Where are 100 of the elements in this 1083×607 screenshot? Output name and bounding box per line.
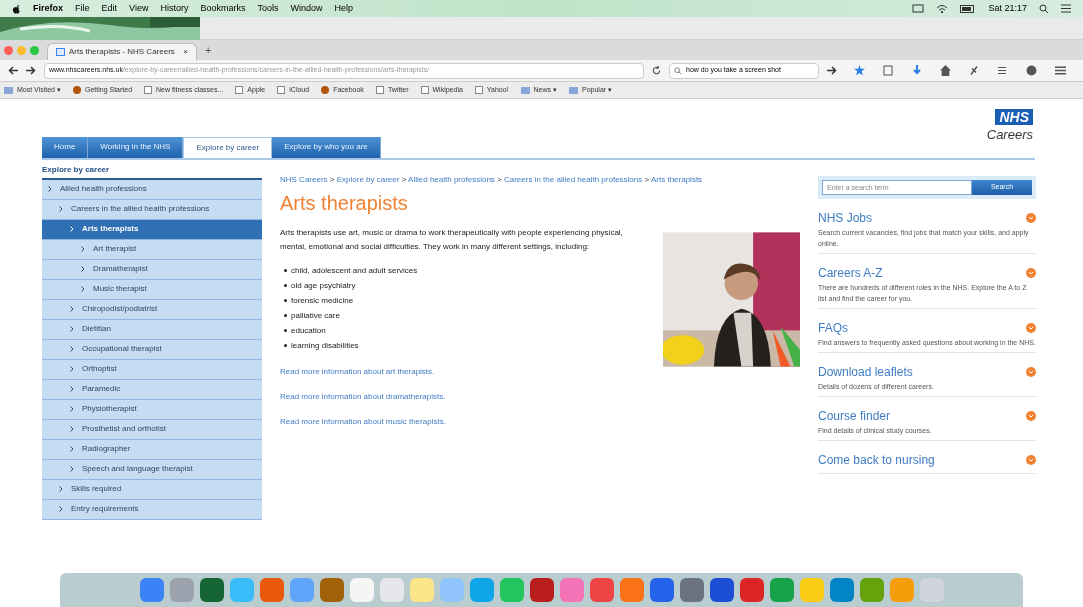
app-icon[interactable] bbox=[589, 578, 614, 602]
sidebar-item[interactable]: Entry requirements bbox=[42, 499, 262, 520]
bullet-icon bbox=[284, 283, 287, 287]
display-icon[interactable] bbox=[912, 3, 925, 14]
chevron-icon bbox=[70, 306, 74, 312]
menu-item[interactable]: Edit bbox=[101, 1, 118, 16]
breadcrumb-link[interactable]: Arts therapists bbox=[650, 174, 703, 184]
page-icon bbox=[277, 86, 286, 94]
folder-icon bbox=[4, 86, 13, 94]
app-menu[interactable]: Firefox bbox=[33, 1, 63, 16]
chevron-icon bbox=[81, 246, 85, 252]
go-icon[interactable] bbox=[827, 66, 837, 75]
menu-item[interactable]: Window bbox=[290, 1, 323, 16]
chevron-icon bbox=[70, 386, 74, 392]
chevron-icon bbox=[81, 286, 85, 292]
menu-item[interactable]: History bbox=[160, 1, 189, 16]
chevron-icon bbox=[59, 486, 63, 492]
chevron-icon bbox=[70, 466, 74, 472]
list-item: child, adolescent and adult services bbox=[291, 264, 418, 277]
page-icon bbox=[235, 86, 244, 94]
read-more-link[interactable]: Read more information about art therapists. bbox=[280, 365, 623, 378]
promo-title[interactable]: Come back to nursing bbox=[818, 450, 935, 469]
nav-tab[interactable]: Explore by career bbox=[183, 136, 273, 158]
folder-icon bbox=[569, 86, 578, 94]
app-icon[interactable] bbox=[679, 578, 704, 602]
nhs-logo[interactable]: NHS bbox=[995, 109, 1033, 125]
nav-tab[interactable]: Home bbox=[42, 136, 89, 158]
list-item: old age psychiatry bbox=[291, 279, 356, 292]
nav-tab[interactable]: Explore by who you are bbox=[272, 136, 381, 158]
promo-title[interactable]: Download leaflets bbox=[818, 362, 913, 381]
menu-item[interactable]: View bbox=[129, 1, 149, 16]
sidebar-item[interactable]: Dramatherapist bbox=[42, 259, 262, 280]
menu-item[interactable]: File bbox=[75, 1, 90, 16]
clock[interactable]: Sat 21:17 bbox=[988, 1, 1027, 16]
sidebar-item[interactable]: Dietitian bbox=[42, 319, 262, 340]
site-icon bbox=[321, 86, 330, 94]
star-icon[interactable] bbox=[854, 65, 866, 76]
close-tab-button[interactable]: × bbox=[183, 46, 188, 58]
promo-title[interactable]: NHS Jobs bbox=[818, 208, 873, 227]
site-icon bbox=[72, 86, 81, 94]
sidebar-item[interactable]: Skills required bbox=[42, 479, 262, 500]
app-icon[interactable] bbox=[319, 578, 344, 602]
sidebar-item[interactable]: Arts therapists bbox=[42, 219, 262, 240]
breadcrumb-link[interactable]: Allied health professions bbox=[408, 174, 495, 184]
sidebar-item[interactable]: Allied health professions bbox=[42, 179, 262, 200]
app-icon[interactable] bbox=[829, 578, 854, 602]
sidebar-item[interactable]: Art therapist bbox=[42, 239, 262, 260]
sidebar-item[interactable]: Radiographer bbox=[42, 439, 262, 460]
sidebar-item[interactable]: Careers in the allied health professions bbox=[42, 199, 262, 220]
chevron-icon bbox=[70, 406, 74, 412]
nav-tab[interactable]: Working in the NHS bbox=[88, 136, 184, 158]
chevron-icon bbox=[70, 326, 74, 332]
menu-icon[interactable] bbox=[1054, 65, 1066, 76]
chevron-icon bbox=[81, 266, 85, 272]
browser-tab[interactable]: Arts therapists - NHS Careers × bbox=[47, 43, 197, 60]
page-icon bbox=[420, 86, 429, 94]
intro-paragraph: Arts therapists use art, music or drama to work therapeutically with people experiencing physical, mental, emotional and social difficulties. They work in many different settings, including: bbox=[280, 226, 623, 253]
app-icon[interactable] bbox=[259, 578, 284, 602]
sidebar-item[interactable]: Speech and language therapist bbox=[42, 459, 262, 480]
app-icon[interactable] bbox=[199, 578, 224, 602]
zoom-window-icon[interactable] bbox=[30, 45, 39, 55]
app-icon[interactable] bbox=[739, 578, 764, 602]
read-more-link[interactable]: Read more information about music therapists. bbox=[280, 415, 623, 428]
menu-item[interactable]: Help bbox=[334, 1, 353, 16]
chevron-icon bbox=[48, 186, 52, 192]
breadcrumb-link[interactable]: Careers in the allied health professions bbox=[503, 174, 643, 184]
reload-icon[interactable] bbox=[652, 66, 661, 75]
back-icon[interactable] bbox=[8, 66, 18, 75]
breadcrumb-link[interactable]: Explore by career bbox=[336, 174, 400, 184]
sidebar-item[interactable]: Chiropodist/podiatrist bbox=[42, 299, 262, 320]
sidebar-item[interactable]: Occupational therapist bbox=[42, 339, 262, 360]
app-icon[interactable] bbox=[529, 578, 554, 602]
battery-icon[interactable] bbox=[960, 4, 977, 13]
app-icon[interactable] bbox=[859, 578, 884, 602]
promo-title[interactable]: Course finder bbox=[818, 406, 891, 425]
sidebar-item[interactable]: Prosthetist and orthotist bbox=[42, 419, 262, 440]
apple-logo-icon[interactable] bbox=[12, 3, 21, 14]
app-icon[interactable] bbox=[139, 578, 164, 602]
sidebar-item[interactable]: Orthoptist bbox=[42, 359, 262, 380]
close-window-icon[interactable] bbox=[4, 45, 13, 55]
wifi-icon[interactable] bbox=[936, 3, 949, 14]
promo-title[interactable]: Careers A-Z bbox=[818, 263, 883, 282]
app-icon[interactable] bbox=[709, 578, 734, 602]
menu-icon[interactable] bbox=[1061, 4, 1071, 13]
app-icon[interactable] bbox=[649, 578, 674, 602]
read-more-link[interactable]: Read more information about dramatherapists. bbox=[280, 390, 623, 403]
new-tab-button[interactable]: + bbox=[205, 41, 212, 59]
sidebar-item[interactable]: Paramedic bbox=[42, 379, 262, 400]
search-icon[interactable] bbox=[1039, 3, 1049, 14]
app-icon[interactable] bbox=[769, 578, 794, 602]
home-icon[interactable] bbox=[939, 65, 951, 76]
menu-item[interactable]: Bookmarks bbox=[200, 1, 246, 16]
breadcrumb-link[interactable]: NHS Careers bbox=[280, 174, 328, 184]
menu-item[interactable]: Tools bbox=[257, 1, 279, 16]
forward-icon[interactable] bbox=[26, 66, 36, 75]
promo-title[interactable]: FAQs bbox=[818, 318, 848, 337]
sidebar-item[interactable]: Physiotherapist bbox=[42, 399, 262, 420]
download-icon[interactable] bbox=[911, 65, 922, 76]
list-icon[interactable] bbox=[997, 65, 1008, 76]
sidebar-item[interactable]: Music therapist bbox=[42, 279, 262, 300]
